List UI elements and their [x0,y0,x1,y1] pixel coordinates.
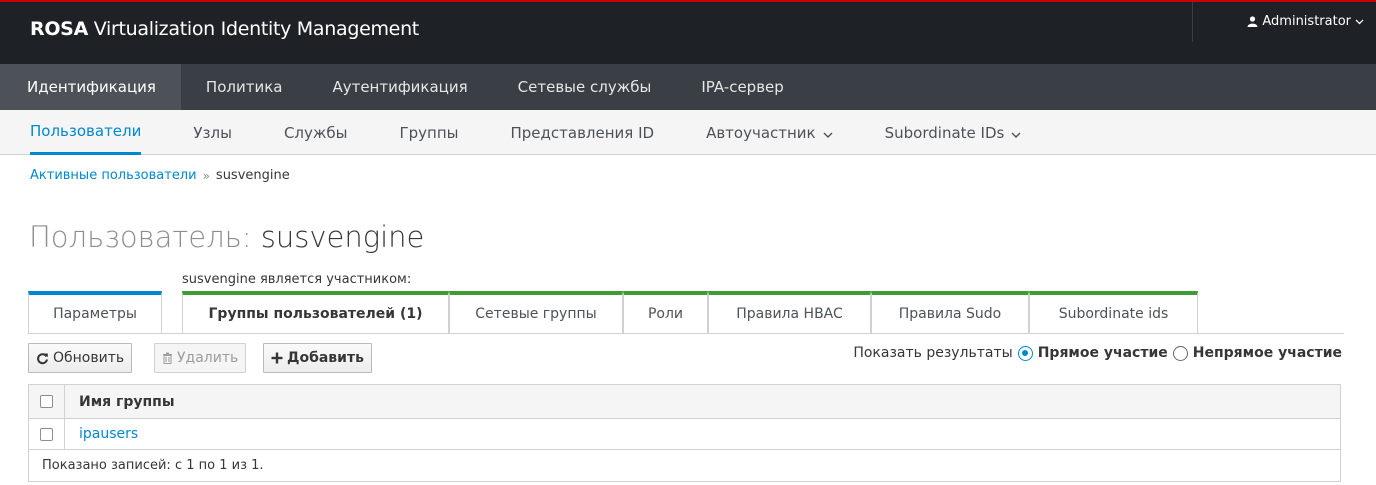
secondary-nav-users[interactable]: Пользователи [30,110,142,155]
group-link-ipausers[interactable]: ipausers [79,426,138,442]
secondary-nav-id-views[interactable]: Представления ID [511,110,655,155]
tab-settings[interactable]: Параметры [28,291,162,333]
trash-icon [162,352,173,364]
primary-nav-identity[interactable]: Идентификация [0,64,181,110]
direct-membership-label[interactable]: Прямое участие [1038,345,1168,361]
breadcrumb-active-users-link[interactable]: Активные пользователи [30,168,197,183]
table-row: ipausers [29,419,1340,450]
secondary-nav: Пользователи Узлы Службы Группы Представ… [0,110,1376,155]
primary-nav: Идентификация Политика Аутентификация Се… [0,64,1376,110]
breadcrumb-current: susvengine [215,168,290,183]
tabs-divider [28,333,1344,334]
refresh-icon [36,352,49,365]
app-brand: ROSA Virtualization Identity Management [30,18,419,40]
tab-netgroups[interactable]: Сетевые группы [449,291,623,333]
chevron-down-icon [1355,19,1364,25]
facet-tabs: Параметры Группы пользователей (1) Сетев… [28,291,1344,333]
add-button[interactable]: Добавить [263,343,372,373]
delete-button[interactable]: Удалить [154,343,247,373]
select-all-checkbox[interactable] [40,395,53,408]
user-name: Administrator [1262,14,1351,29]
secondary-nav-services[interactable]: Службы [284,110,348,155]
user-icon [1247,16,1258,27]
direct-membership-radio[interactable] [1017,345,1033,361]
table-footer: Показано записей: с 1 по 1 из 1. [42,458,264,473]
header-divider [1192,2,1193,42]
secondary-nav-subordinate-ids[interactable]: Subordinate IDs [885,110,1022,155]
chevron-down-icon [1011,111,1021,155]
table-header-row: Имя группы [29,385,1340,419]
primary-nav-network-services[interactable]: Сетевые службы [493,64,677,110]
membership-filter: Показать результаты Прямое участие Непря… [853,345,1342,361]
groups-table: Имя группы ipausers Показано записей: с … [28,384,1341,482]
page-title: Пользователь: susvengine [29,220,425,254]
show-results-label: Показать результаты [853,345,1013,361]
row-select-cell [29,419,65,449]
plus-icon [271,352,283,364]
column-header-group-name[interactable]: Имя группы [65,394,175,410]
primary-nav-policy[interactable]: Политика [181,64,308,110]
row-checkbox[interactable] [40,427,53,441]
tab-hbac-rules[interactable]: Правила HBAC [708,291,871,333]
top-header: ROSA Virtualization Identity Management … [0,0,1376,64]
tab-subordinate-ids[interactable]: Subordinate ids [1029,291,1198,333]
indirect-membership-label[interactable]: Непрямое участие [1193,345,1342,361]
breadcrumb-separator: » [202,168,210,183]
select-all-cell [29,385,65,418]
user-menu[interactable]: Administrator [1247,14,1364,29]
secondary-nav-automember[interactable]: Автоучастник [706,110,833,155]
tab-sudo-rules[interactable]: Правила Sudo [871,291,1029,333]
tab-user-groups[interactable]: Группы пользователей (1) [182,291,449,333]
chevron-down-icon [823,111,833,155]
tab-roles[interactable]: Роли [623,291,708,333]
member-of-label: susvengine является участником: [182,272,412,287]
breadcrumb: Активные пользователи » susvengine [30,168,290,183]
secondary-nav-hosts[interactable]: Узлы [193,110,232,155]
refresh-button[interactable]: Обновить [28,343,133,373]
indirect-membership-radio[interactable] [1172,345,1188,361]
primary-nav-authentication[interactable]: Аутентификация [307,64,492,110]
secondary-nav-groups[interactable]: Группы [399,110,458,155]
primary-nav-ipa-server[interactable]: IPA-сервер [676,64,808,110]
